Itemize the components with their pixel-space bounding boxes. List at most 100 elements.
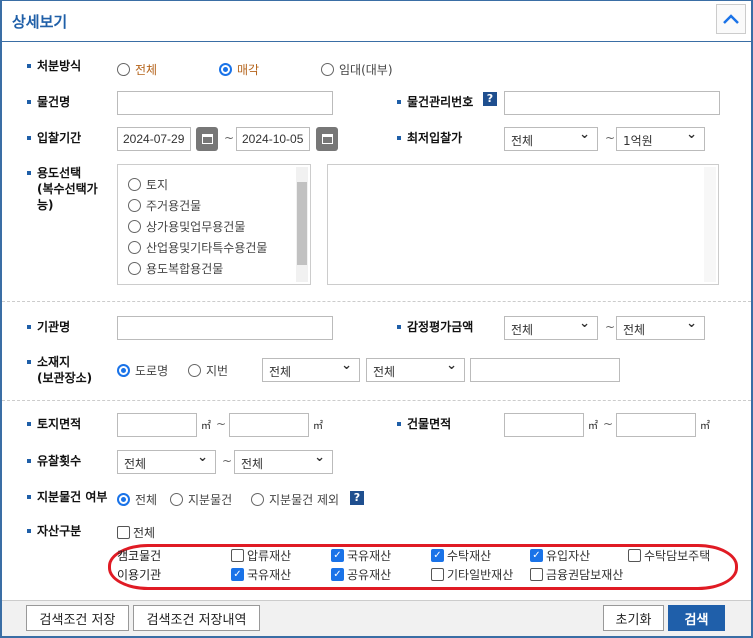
radio-lot-address[interactable]: 지번 <box>188 362 228 379</box>
radio-share-all[interactable]: 전체 <box>117 491 157 508</box>
scrollbar-thumb[interactable] <box>297 182 307 265</box>
radio-circle <box>251 493 264 506</box>
fail-count-to-select[interactable]: 전체 <box>234 450 333 474</box>
land-area-from-input[interactable] <box>117 413 197 437</box>
scrollbar[interactable] <box>296 167 308 282</box>
item-mgmt-no-input[interactable] <box>504 91 720 115</box>
unit-label: ㎡ <box>201 421 211 432</box>
radio-circle <box>117 364 130 377</box>
radio-label: 상가용및업무용건물 <box>146 220 246 234</box>
label-line: 능) <box>37 198 54 212</box>
checkbox-label: 수탁재산 <box>447 549 492 563</box>
radio-label: 임대(대부) <box>339 63 393 77</box>
appraisal-to-select[interactable]: 전체 <box>616 316 705 340</box>
checkbox-asset-option[interactable]: ✓ 유입자산 <box>530 547 590 564</box>
checkbox-asset-option[interactable]: ✓ 국유재산 <box>231 566 291 583</box>
label-line: (복수선택가 <box>37 182 98 196</box>
checkbox-label: 압류재산 <box>247 549 292 563</box>
radio-circle <box>128 262 141 275</box>
checkbox-label: 기타일반재산 <box>447 568 514 582</box>
checkbox-label: 국유재산 <box>347 549 392 563</box>
save-search-button[interactable]: 검색조건 저장 <box>26 605 129 631</box>
reset-button[interactable]: 초기화 <box>603 605 664 631</box>
agency-input[interactable] <box>117 316 333 340</box>
checkbox-label: 유입자산 <box>546 549 591 563</box>
building-area-from-input[interactable] <box>504 413 584 437</box>
item-name-input[interactable] <box>117 91 333 115</box>
usage-option[interactable]: 주거용건물 <box>128 197 201 214</box>
checkbox-asset-option[interactable]: ✓ 국유재산 <box>331 547 391 564</box>
usage-sub-listbox[interactable] <box>327 164 719 285</box>
radio-label: 주거용건물 <box>146 199 202 213</box>
checkbox-asset-option[interactable]: ✓ 공유재산 <box>331 566 391 583</box>
min-bid-label: 최저입찰가 <box>396 131 463 145</box>
bid-to-input[interactable] <box>236 127 310 151</box>
radio-share-only[interactable]: 지분물건 <box>170 491 232 508</box>
min-bid-to-select[interactable]: 1억원 <box>616 127 705 151</box>
saved-search-history-button[interactable]: 검색조건 저장내역 <box>133 605 260 631</box>
range-separator: ~ <box>222 454 233 468</box>
checkbox-box <box>530 568 543 581</box>
address-input[interactable] <box>470 358 620 382</box>
checkbox-asset-option[interactable]: 수탁담보주택 <box>628 547 710 564</box>
radio-label: 산업용및기타특수용건물 <box>146 241 268 255</box>
help-icon[interactable]: ? <box>350 491 364 505</box>
collapse-button[interactable] <box>716 4 746 34</box>
checkbox-label: 국유재산 <box>247 568 292 582</box>
item-name-label: 물건명 <box>26 95 71 109</box>
panel-title: 상세보기 <box>12 13 68 31</box>
building-area-label: 건물면적 <box>396 417 452 431</box>
calendar-icon[interactable] <box>316 127 338 151</box>
usage-option[interactable]: 상가용및업무용건물 <box>128 218 245 235</box>
bid-from-input[interactable] <box>117 127 191 151</box>
usage-option[interactable]: 용도복합용건물 <box>128 260 223 277</box>
radio-label: 토지 <box>146 178 169 192</box>
range-separator: ~ <box>605 320 616 334</box>
checkbox-label: 전체 <box>133 526 156 540</box>
land-area-to-input[interactable] <box>229 413 309 437</box>
radio-label: 지번 <box>206 364 229 378</box>
radio-road-address[interactable]: 도로명 <box>117 362 168 379</box>
search-button[interactable]: 검색 <box>668 605 725 631</box>
checkbox-asset-option[interactable]: ✓ 수탁재산 <box>431 547 491 564</box>
divider <box>2 301 751 302</box>
usage-option[interactable]: 산업용및기타특수용건물 <box>128 239 267 256</box>
scrollbar[interactable] <box>704 167 716 282</box>
region-select-1[interactable]: 전체 <box>262 358 360 382</box>
radio-share-exclude[interactable]: 지분물건 제외 <box>251 491 339 508</box>
usage-option[interactable]: 토지 <box>128 176 168 193</box>
region-select-2[interactable]: 전체 <box>366 358 465 382</box>
help-icon[interactable]: ? <box>483 92 497 106</box>
asset-label: 자산구분 <box>26 524 82 538</box>
checkbox-asset-option[interactable]: 금융권담보재산 <box>530 566 623 583</box>
usage-listbox[interactable]: 토지 주거용건물 상가용및업무용건물 산업용및기타특수용건물 용도복합용건물 <box>117 164 311 285</box>
radio-circle <box>128 178 141 191</box>
radio-circle <box>117 493 130 506</box>
fail-count-label: 유찰횟수 <box>26 454 82 468</box>
chevron-up-icon <box>723 14 739 24</box>
checkbox-box: ✓ <box>331 568 344 581</box>
fail-count-from-select[interactable]: 전체 <box>117 450 216 474</box>
checkbox-box <box>431 568 444 581</box>
checkbox-asset-option[interactable]: 압류재산 <box>231 547 291 564</box>
appraisal-from-select[interactable]: 전체 <box>504 316 598 340</box>
range-separator: ~ <box>216 417 227 431</box>
radio-label: 전체 <box>135 493 158 507</box>
disposal-label: 처분방식 <box>26 59 82 73</box>
radio-disposal-lease[interactable]: 임대(대부) <box>321 61 393 78</box>
panel-header: 상세보기 <box>0 0 753 42</box>
radio-label: 지분물건 제외 <box>269 493 340 507</box>
asset-row-label: 이용기관 <box>117 568 162 582</box>
min-bid-from-select[interactable]: 전체 <box>504 127 598 151</box>
radio-disposal-sale[interactable]: 매각 <box>219 61 259 78</box>
checkbox-asset-all[interactable]: 전체 <box>117 524 155 541</box>
calendar-icon[interactable] <box>196 127 218 151</box>
checkbox-box <box>628 549 641 562</box>
checkbox-box: ✓ <box>231 568 244 581</box>
radio-circle <box>128 241 141 254</box>
range-separator: ~ <box>224 131 235 145</box>
checkbox-asset-option[interactable]: 기타일반재산 <box>431 566 513 583</box>
checkbox-box: ✓ <box>431 549 444 562</box>
radio-disposal-all[interactable]: 전체 <box>117 61 157 78</box>
building-area-to-input[interactable] <box>616 413 696 437</box>
